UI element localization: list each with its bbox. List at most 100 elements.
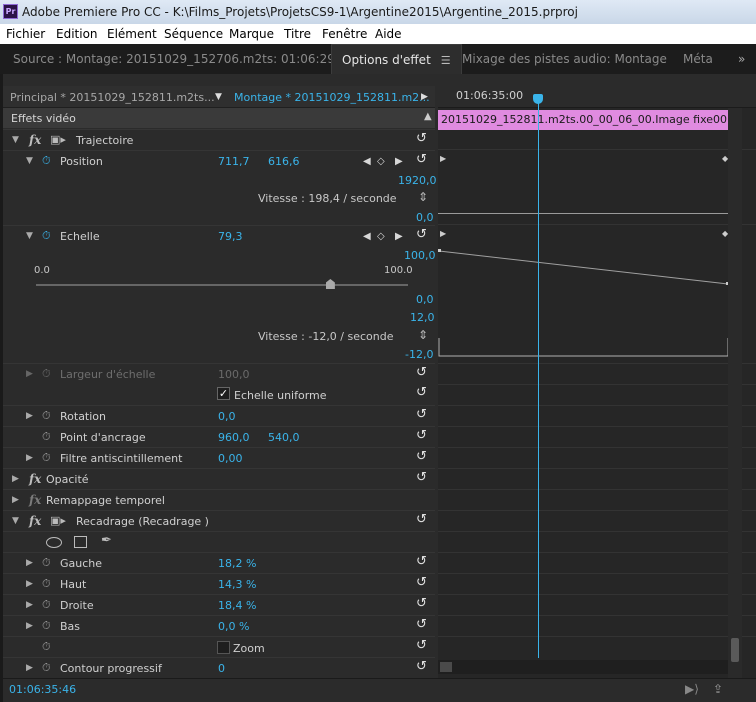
scale-graph[interactable]	[438, 246, 730, 361]
stopwatch-icon[interactable]: ⏱	[42, 661, 51, 675]
position-x-value[interactable]: 711,7	[218, 155, 250, 168]
collapsed-triangle-icon[interactable]: ▶	[12, 495, 19, 505]
prev-keyframe-icon[interactable]: ◀	[363, 231, 371, 242]
collapsed-triangle-icon[interactable]: ▶	[26, 369, 33, 379]
menu-fichier[interactable]: Fichier	[6, 27, 45, 41]
reset-icon[interactable]: ↺	[416, 596, 427, 611]
stopwatch-icon[interactable]: ⏱	[42, 154, 51, 168]
position-y-value[interactable]: 616,6	[268, 155, 300, 168]
collapsed-triangle-icon[interactable]: ▶	[26, 663, 33, 673]
menu-titre[interactable]: Titre	[284, 27, 311, 41]
stopwatch-icon[interactable]: ⏱	[42, 430, 51, 444]
uniform-checkbox[interactable]: ✓	[217, 387, 230, 400]
stopwatch-icon[interactable]: ⏱	[42, 409, 51, 423]
reset-icon[interactable]: ↺	[416, 152, 427, 167]
prev-keyframe-icon[interactable]: ◀	[363, 156, 371, 167]
motion-transform-icon[interactable]: ▣▸	[50, 133, 66, 146]
menu-element[interactable]: Elément	[107, 27, 157, 41]
keyframe-timeline[interactable]: 01:06:35:00 20151029_152811.m2ts.00_00_0…	[438, 86, 756, 678]
collapsed-triangle-icon[interactable]: ▶	[26, 558, 33, 568]
scroll-thumb-v[interactable]	[731, 638, 739, 662]
timeline-h-scrollbar[interactable]	[438, 660, 728, 674]
collapsed-triangle-icon[interactable]: ▶	[26, 600, 33, 610]
stopwatch-icon[interactable]: ⏱	[42, 577, 51, 591]
droite-value[interactable]: 18,4 %	[218, 599, 256, 612]
tab-metadata[interactable]: Méta	[683, 52, 713, 66]
collapse-up-icon[interactable]: ▲	[424, 111, 432, 122]
next-keyframe-icon[interactable]: ▶	[395, 231, 403, 242]
add-keyframe-icon[interactable]: ◇	[377, 156, 385, 167]
clip-dropdown-icon[interactable]: ▼	[215, 92, 222, 102]
collapsed-triangle-icon[interactable]: ▶	[26, 621, 33, 631]
fx-toggle-icon[interactable]: fx	[29, 133, 41, 147]
play-audio-icon[interactable]: ▶⟩	[685, 682, 699, 696]
ancrage-y-value[interactable]: 540,0	[268, 431, 300, 444]
graph-scale-icon[interactable]: ⇕	[418, 328, 428, 342]
menu-sequence[interactable]: Séquence	[164, 27, 223, 41]
reset-icon[interactable]: ↺	[416, 227, 427, 242]
zoom-checkbox[interactable]	[217, 641, 230, 654]
panel-menu-icon[interactable]: ☰	[441, 54, 451, 67]
menu-marque[interactable]: Marque	[229, 27, 274, 41]
current-timecode[interactable]: 01:06:35:46	[9, 683, 76, 696]
ellipse-mask-icon[interactable]	[46, 537, 62, 548]
tab-audio-mixer[interactable]: Mixage des pistes audio: Montage	[462, 52, 667, 66]
graph-scale-icon[interactable]: ⇕	[418, 190, 428, 204]
reset-icon[interactable]: ↺	[416, 575, 427, 590]
expand-triangle-icon[interactable]: ▼	[26, 231, 33, 241]
scale-keyframe-start[interactable]	[438, 249, 441, 252]
stopwatch-icon[interactable]: ⏱	[42, 229, 51, 243]
stopwatch-icon[interactable]: ⏱	[42, 598, 51, 612]
time-ruler[interactable]: 01:06:35:00	[438, 86, 756, 108]
export-icon[interactable]: ⇪	[713, 682, 723, 696]
montage-clip-tab[interactable]: Montage * 20151029_152811.m2...	[234, 91, 430, 104]
show-timeline-icon[interactable]: ▶	[421, 92, 428, 102]
more-tabs-icon[interactable]: »	[738, 52, 745, 66]
menu-fenetre[interactable]: Fenêtre	[322, 27, 367, 41]
reset-icon[interactable]: ↺	[416, 131, 427, 146]
bas-value[interactable]: 0,0 %	[218, 620, 249, 633]
reset-icon[interactable]: ↺	[416, 638, 427, 653]
stopwatch-icon[interactable]: ⏱	[42, 451, 51, 465]
reset-icon[interactable]: ↺	[416, 470, 427, 485]
pen-mask-icon[interactable]: ✒	[101, 533, 112, 548]
reset-icon[interactable]: ↺	[416, 617, 427, 632]
stopwatch-icon[interactable]: ⏱	[42, 556, 51, 570]
haut-value[interactable]: 14,3 %	[218, 578, 256, 591]
fx-toggle-icon[interactable]: fx	[29, 472, 41, 486]
rectangle-mask-icon[interactable]	[74, 536, 87, 548]
scroll-thumb-h[interactable]	[440, 662, 452, 672]
ancrage-x-value[interactable]: 960,0	[218, 431, 250, 444]
principal-clip-tab[interactable]: Principal * 20151029_152811.m2ts...	[10, 91, 215, 104]
tab-source[interactable]: Source : Montage: 20151029_152706.m2ts: …	[13, 52, 354, 66]
stopwatch-icon[interactable]: ⏱	[42, 619, 51, 633]
transform-box-icon[interactable]: ▣▸	[50, 514, 66, 527]
expand-triangle-icon[interactable]: ▼	[12, 135, 19, 145]
collapsed-triangle-icon[interactable]: ▶	[26, 579, 33, 589]
reset-icon[interactable]: ↺	[416, 554, 427, 569]
expand-triangle-icon[interactable]: ▼	[12, 516, 19, 526]
tab-effect-controls[interactable]: Options d'effet ☰	[331, 44, 462, 74]
gauche-value[interactable]: 18,2 %	[218, 557, 256, 570]
menu-aide[interactable]: Aide	[375, 27, 402, 41]
reset-icon[interactable]: ↺	[416, 659, 427, 674]
reset-icon[interactable]: ↺	[416, 512, 427, 527]
collapsed-triangle-icon[interactable]: ▶	[12, 474, 19, 484]
clip-bar[interactable]: 20151029_152811.m2ts.00_00_06_00.Image f…	[438, 110, 730, 130]
contour-value[interactable]: 0	[218, 662, 225, 675]
reset-icon[interactable]: ↺	[416, 407, 427, 422]
stopwatch-icon[interactable]: ⏱	[42, 640, 51, 654]
vertical-scrollbar[interactable]	[728, 108, 742, 678]
filtre-value[interactable]: 0,00	[218, 452, 243, 465]
collapsed-triangle-icon[interactable]: ▶	[26, 411, 33, 421]
reset-icon[interactable]: ↺	[416, 385, 427, 400]
fx-toggle-icon[interactable]: fx	[29, 514, 41, 528]
add-keyframe-icon[interactable]: ◇	[377, 231, 385, 242]
next-keyframe-icon[interactable]: ▶	[395, 156, 403, 167]
reset-icon[interactable]: ↺	[416, 449, 427, 464]
rotation-value[interactable]: 0,0	[218, 410, 236, 423]
echelle-value[interactable]: 79,3	[218, 230, 243, 243]
menu-edition[interactable]: Edition	[56, 27, 98, 41]
reset-icon[interactable]: ↺	[416, 428, 427, 443]
echelle-slider-track[interactable]	[36, 284, 408, 286]
